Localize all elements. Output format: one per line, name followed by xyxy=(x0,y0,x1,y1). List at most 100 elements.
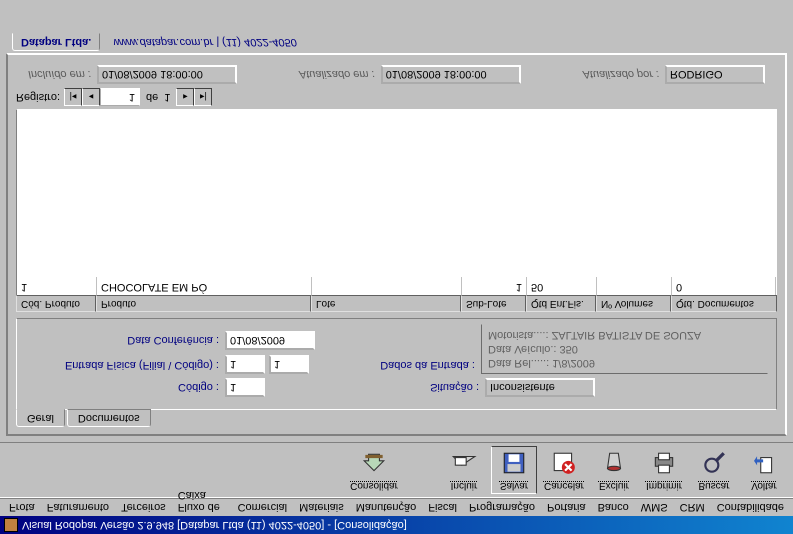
record-next-button[interactable]: ▸ xyxy=(176,88,194,106)
situacao-value xyxy=(485,378,595,397)
toolbar-separator xyxy=(401,446,437,494)
record-last-button[interactable]: ▸| xyxy=(194,88,212,106)
codigo-label: Código : xyxy=(25,382,225,394)
incluir-button[interactable]: Incluir xyxy=(441,446,487,494)
menu-comercial[interactable]: Comercial xyxy=(233,501,293,514)
cell-n-volumes xyxy=(597,277,672,295)
gh-sub-lote[interactable]: Sub-Lote xyxy=(461,295,526,312)
salvar-label: Salvar xyxy=(500,480,528,491)
gh-produto[interactable]: Produto xyxy=(96,295,311,312)
main-panel: Geral Documentos Código : Situação : Ent… xyxy=(6,53,787,436)
save-icon xyxy=(500,449,528,477)
gh-cod-produto[interactable]: Cód. Produto xyxy=(16,295,96,312)
record-navigator: Registro: |◂ ◂ 1 de 1 ▸ ▸| xyxy=(16,88,777,106)
grid-empty-area xyxy=(16,109,777,277)
consolidar-button[interactable]: Consolidar xyxy=(351,446,397,494)
menu-portaria[interactable]: Portaria xyxy=(542,501,591,514)
atualizado-por-label: Atualizado por : xyxy=(583,69,659,81)
gh-lote[interactable]: Lote xyxy=(311,295,461,312)
atualizado-por-value xyxy=(665,65,765,84)
table-row[interactable]: 1 CHOCOLATE EM PÓ 1 50 0 xyxy=(16,277,777,295)
entrada-data-veiculo: Data Veículo.: 350 xyxy=(488,342,761,356)
back-icon xyxy=(750,449,778,477)
menu-programacao[interactable]: Programação xyxy=(464,501,540,514)
incluir-icon xyxy=(450,449,478,477)
cell-qtd-ent-fis: 50 xyxy=(527,277,597,295)
grid: Cód. Produto Produto Lote Sub-Lote Qtd E… xyxy=(16,88,777,312)
tab-documentos[interactable]: Documentos xyxy=(67,409,151,427)
entrada-fisica-filial-input[interactable] xyxy=(225,355,265,374)
imprimir-label: Imprimir xyxy=(646,480,682,491)
menu-terceiros[interactable]: Terceiros xyxy=(116,501,171,514)
company-contact: www.datapar.com.br | (11) 4022-4050 xyxy=(103,36,296,48)
tab-body-geral: Código : Situação : Entrada Física (Fili… xyxy=(16,318,777,410)
menu-fluxo-caixa[interactable]: Fluxo de Caixa xyxy=(173,501,231,514)
entrada-fisica-codigo-input[interactable] xyxy=(269,355,309,374)
incluido-em-value xyxy=(97,65,237,84)
company-name: Datapar Ltda. xyxy=(12,33,100,51)
menu-contabilidade[interactable]: Contabilidade xyxy=(712,501,789,514)
voltar-label: Voltar xyxy=(751,480,777,491)
menu-materiais[interactable]: Materiais xyxy=(294,501,349,514)
company-bar: Datapar Ltda. www.datapar.com.br | (11) … xyxy=(6,33,787,51)
record-prev-button[interactable]: ◂ xyxy=(82,88,100,106)
salvar-button[interactable]: Salvar xyxy=(491,446,537,494)
atualizado-em-value xyxy=(381,65,521,84)
cell-lote xyxy=(312,277,462,295)
dados-entrada-panel: Data Rel.....: 1/8/2009 Data Veículo.: 3… xyxy=(481,324,768,374)
content-area: Geral Documentos Código : Situação : Ent… xyxy=(0,27,793,442)
data-conferencia-input[interactable] xyxy=(225,331,315,350)
voltar-button[interactable]: Voltar xyxy=(741,446,787,494)
window-title: Visual Rodopar Versão 2.9.948 [Datapar L… xyxy=(22,519,407,531)
record-first-button[interactable]: |◂ xyxy=(64,88,82,106)
menu-crm[interactable]: CRM xyxy=(675,501,710,514)
toolbar: Consolidar Incluir Salvar Cancelar Exclu… xyxy=(0,442,793,498)
menu-manutencao[interactable]: Manutenção xyxy=(351,501,422,514)
print-icon xyxy=(650,449,678,477)
search-icon xyxy=(700,449,728,477)
gh-n-volumes[interactable]: Nº Volumes xyxy=(596,295,671,312)
gh-qtd-ent-fis[interactable]: Qtd Ent.Fis. xyxy=(526,295,596,312)
record-position[interactable]: 1 xyxy=(100,88,140,106)
buscar-button[interactable]: Buscar xyxy=(691,446,737,494)
incluir-label: Incluir xyxy=(451,480,478,491)
trash-icon xyxy=(600,449,628,477)
data-conferencia-label: Data Conferência : xyxy=(25,335,225,347)
gh-qtd-documentos[interactable]: Qtd. Documentos xyxy=(671,295,777,312)
menu-banco[interactable]: Banco xyxy=(593,501,634,514)
entrada-fisica-label: Entrada Física (Filial \ Código) : xyxy=(25,359,225,374)
cancelar-label: Cancelar xyxy=(544,480,584,491)
menu-frota[interactable]: Frota xyxy=(4,501,40,514)
grid-header-row: Cód. Produto Produto Lote Sub-Lote Qtd E… xyxy=(16,295,777,312)
entrada-motorista: Motorista....: ZALTAIR BATISTA DE SOUZA xyxy=(488,328,761,342)
imprimir-button[interactable]: Imprimir xyxy=(641,446,687,494)
incluido-em-label: Incluído em : xyxy=(28,69,91,81)
record-total-prefix: de xyxy=(140,91,164,103)
consolidar-label: Consolidar xyxy=(350,480,398,491)
excluir-button[interactable]: Excluir xyxy=(591,446,637,494)
menu-bar: Frota Faturamento Terceiros Fluxo de Cai… xyxy=(0,498,793,516)
tab-geral[interactable]: Geral xyxy=(16,409,65,427)
app-icon xyxy=(4,518,18,532)
window-title-bar: Visual Rodopar Versão 2.9.948 [Datapar L… xyxy=(0,516,793,534)
dados-entrada-label: Dados da Entrada : xyxy=(371,359,481,374)
tab-strip: Geral Documentos xyxy=(16,410,777,428)
entrada-data-rel: Data Rel.....: 1/8/2009 xyxy=(488,356,761,370)
excluir-label: Excluir xyxy=(599,480,629,491)
situacao-label: Situação : xyxy=(415,382,485,394)
cell-produto: CHOCOLATE EM PÓ xyxy=(97,277,312,295)
record-nav-label: Registro: xyxy=(16,91,60,103)
consolidar-icon xyxy=(360,449,388,477)
menu-wms[interactable]: WMS xyxy=(636,501,673,514)
cancel-icon xyxy=(550,449,578,477)
menu-fiscal[interactable]: Fiscal xyxy=(423,501,462,514)
audit-row: Incluído em : Atualizado em : Atualizado… xyxy=(16,59,777,88)
menu-faturamento[interactable]: Faturamento xyxy=(42,501,114,514)
cell-sub-lote: 1 xyxy=(462,277,527,295)
record-total: 1 xyxy=(164,91,170,103)
cancelar-button[interactable]: Cancelar xyxy=(541,446,587,494)
cell-qtd-documentos: 0 xyxy=(672,277,776,295)
atualizado-em-label: Atualizado em : xyxy=(299,69,375,81)
cell-cod-produto: 1 xyxy=(17,277,97,295)
codigo-input[interactable] xyxy=(225,378,265,397)
